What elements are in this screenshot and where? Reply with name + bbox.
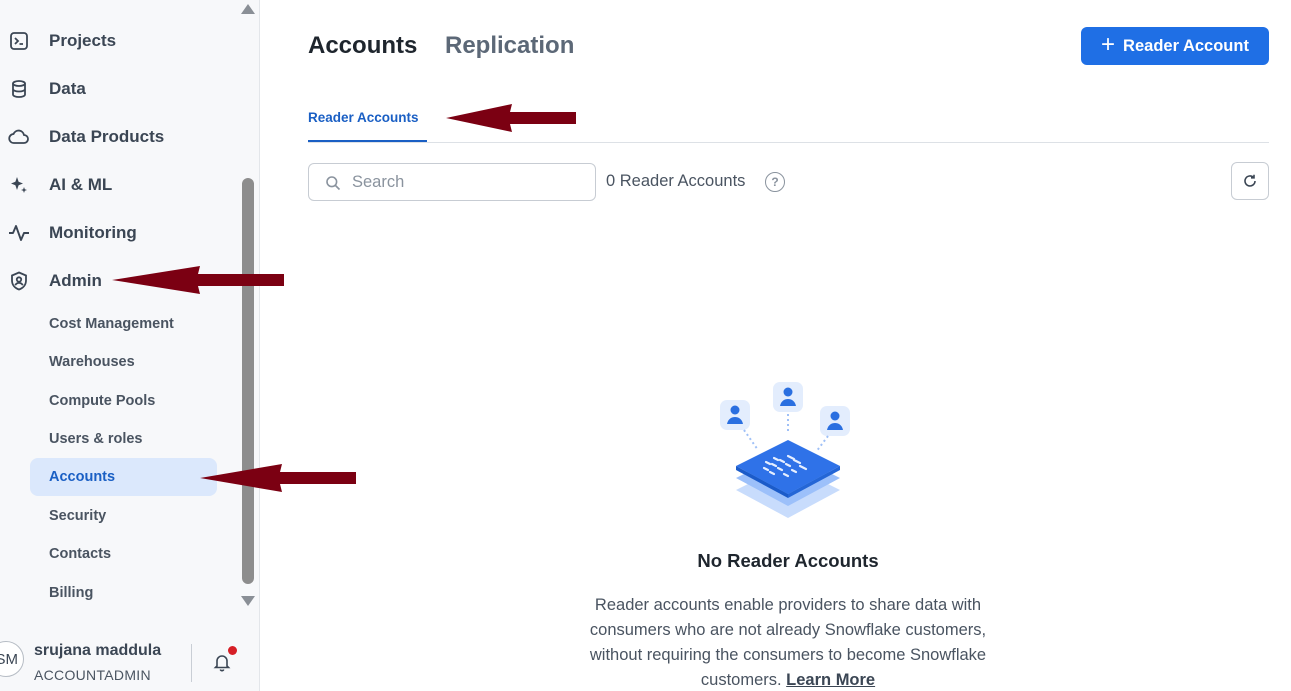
empty-state-description: Reader accounts enable providers to shar… bbox=[578, 593, 998, 691]
empty-state-illustration-icon bbox=[720, 382, 850, 518]
sidebar-item-label: AI & ML bbox=[49, 175, 113, 194]
annotation-arrow-icon bbox=[200, 464, 356, 492]
sidebar-item-data-products[interactable]: Data Products bbox=[0, 117, 236, 157]
refresh-button[interactable] bbox=[1231, 162, 1269, 200]
activity-icon bbox=[8, 222, 30, 244]
user-avatar-icon bbox=[773, 382, 803, 412]
terminal-icon bbox=[8, 30, 30, 52]
sidebar-item-data[interactable]: Data bbox=[0, 69, 236, 109]
sidebar-item-compute-pools[interactable]: Compute Pools bbox=[30, 382, 217, 420]
sidebar-scrollbar[interactable] bbox=[237, 0, 259, 615]
sidebar-item-label: Billing bbox=[49, 585, 94, 601]
bell-icon[interactable] bbox=[212, 652, 232, 672]
sidebar-item-billing[interactable]: Billing bbox=[30, 574, 217, 612]
divider bbox=[191, 644, 192, 682]
sidebar-item-label: Data Products bbox=[49, 127, 165, 146]
divider bbox=[308, 142, 1269, 143]
button-label: Reader Account bbox=[1123, 36, 1249, 55]
notification-badge bbox=[228, 646, 237, 655]
sidebar-item-security[interactable]: Security bbox=[30, 497, 217, 535]
tab-accounts[interactable]: Accounts bbox=[308, 32, 417, 60]
learn-more-link[interactable]: Learn More bbox=[786, 671, 875, 689]
user-menu[interactable]: SM srujana maddula ACCOUNTADMIN bbox=[0, 632, 259, 691]
sidebar-item-label: Accounts bbox=[49, 469, 116, 485]
cloud-icon bbox=[8, 126, 30, 148]
sidebar-item-label: Users & roles bbox=[49, 431, 143, 447]
sidebar-item-users-roles[interactable]: Users & roles bbox=[30, 420, 217, 458]
add-reader-account-button[interactable]: + Reader Account bbox=[1081, 27, 1269, 65]
shield-user-icon bbox=[8, 270, 30, 292]
annotation-arrow-icon bbox=[112, 266, 284, 294]
user-avatar-icon bbox=[820, 406, 850, 436]
search-input[interactable] bbox=[352, 172, 582, 192]
sparkle-icon bbox=[8, 174, 30, 196]
scrollbar-thumb[interactable] bbox=[242, 178, 254, 584]
sidebar-item-monitoring[interactable]: Monitoring bbox=[0, 213, 236, 253]
user-avatar-icon bbox=[720, 400, 750, 430]
main-content: Accounts Replication + Reader Account Re… bbox=[260, 0, 1291, 691]
annotation-arrow-icon bbox=[446, 104, 576, 132]
sidebar-item-contacts[interactable]: Contacts bbox=[30, 535, 217, 573]
sidebar-item-label: Cost Management bbox=[49, 316, 174, 332]
search-icon bbox=[326, 176, 341, 191]
empty-state-title: No Reader Accounts bbox=[697, 550, 879, 571]
sidebar-item-label: Projects bbox=[49, 31, 117, 50]
sidebar-item-label: Monitoring bbox=[49, 223, 137, 242]
sidebar-item-accounts[interactable]: Accounts bbox=[30, 458, 217, 496]
result-count: 0 Reader Accounts bbox=[606, 172, 746, 190]
sidebar-item-label: Contacts bbox=[49, 546, 112, 562]
sidebar-item-label: Security bbox=[49, 508, 107, 524]
database-icon bbox=[8, 78, 30, 100]
sidebar-item-label: Data bbox=[49, 79, 86, 98]
user-role: ACCOUNTADMIN bbox=[34, 667, 151, 683]
user-name: srujana maddula bbox=[34, 642, 162, 659]
sidebar-item-cost-management[interactable]: Cost Management bbox=[30, 305, 217, 343]
sidebar-item-ai-ml[interactable]: AI & ML bbox=[0, 165, 236, 205]
scroll-down-arrow-icon[interactable] bbox=[241, 596, 255, 606]
sidebar-item-label: Compute Pools bbox=[49, 393, 156, 409]
help-icon[interactable]: ? bbox=[765, 172, 785, 192]
sidebar-item-label: Warehouses bbox=[49, 354, 135, 370]
sidebar: Projects Data Data Products AI & ML Moni… bbox=[0, 0, 260, 691]
avatar[interactable]: SM bbox=[0, 641, 24, 677]
search-box[interactable] bbox=[308, 163, 596, 201]
subtab-reader-accounts[interactable]: Reader Accounts bbox=[308, 110, 419, 125]
plus-icon: + bbox=[1101, 31, 1116, 58]
tab-replication[interactable]: Replication bbox=[445, 32, 574, 60]
sidebar-item-projects[interactable]: Projects bbox=[0, 21, 236, 61]
sidebar-item-warehouses[interactable]: Warehouses bbox=[30, 343, 217, 381]
sidebar-item-label: Admin bbox=[49, 271, 102, 290]
refresh-icon bbox=[1244, 174, 1256, 187]
scroll-up-arrow-icon[interactable] bbox=[241, 4, 255, 14]
